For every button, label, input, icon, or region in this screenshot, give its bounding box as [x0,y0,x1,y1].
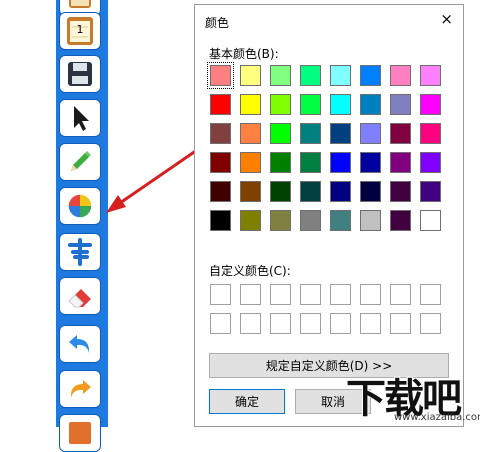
basic-color-swatch[interactable] [210,210,231,231]
basic-color-swatch[interactable] [330,152,351,173]
custom-color-swatch[interactable] [270,284,291,305]
basic-color-swatch[interactable] [360,210,381,231]
basic-color-swatch[interactable] [270,210,291,231]
custom-color-swatch[interactable] [240,284,261,305]
basic-color-swatch[interactable] [330,123,351,144]
basic-color-swatch[interactable] [360,152,381,173]
basic-color-swatch[interactable] [210,181,231,202]
basic-colors-label: 基本颜色(B): [209,47,279,61]
basic-color-swatch[interactable] [390,65,411,86]
basic-color-swatch[interactable] [420,123,441,144]
basic-color-swatch[interactable] [240,181,261,202]
custom-color-swatch[interactable] [420,284,441,305]
basic-color-swatch[interactable] [360,65,381,86]
basic-color-swatch[interactable] [390,181,411,202]
basic-color-swatch[interactable] [420,65,441,86]
basic-color-swatch[interactable] [330,181,351,202]
basic-color-swatch[interactable] [300,65,321,86]
basic-color-swatch[interactable] [270,181,291,202]
custom-color-swatch[interactable] [240,313,261,334]
basic-color-swatch[interactable] [330,210,351,231]
basic-color-swatch[interactable] [240,152,261,173]
site-watermark: 下载吧 www.xiazaiba.com [344,366,480,427]
basic-color-swatch[interactable] [240,65,261,86]
basic-color-swatch[interactable] [360,181,381,202]
basic-color-swatch[interactable] [300,94,321,115]
basic-color-swatch[interactable] [270,65,291,86]
custom-color-swatch[interactable] [300,313,321,334]
basic-color-swatch[interactable] [420,94,441,115]
basic-color-swatch[interactable] [300,123,321,144]
custom-color-swatch[interactable] [330,313,351,334]
basic-color-swatch[interactable] [270,152,291,173]
basic-color-swatch[interactable] [270,123,291,144]
basic-color-swatch[interactable] [360,123,381,144]
basic-color-swatch[interactable] [390,152,411,173]
basic-color-swatch[interactable] [210,152,231,173]
custom-color-swatch[interactable] [210,313,231,334]
basic-color-swatch[interactable] [210,123,231,144]
watermark-url: www.xiazaiba.com [394,412,480,423]
color-dialog: 颜色 × 基本颜色(B): 自定义颜色(C): 规定自定义颜色(D) >> 确定… [194,4,464,427]
custom-color-swatch[interactable] [270,313,291,334]
basic-color-swatch[interactable] [420,181,441,202]
custom-color-swatch[interactable] [360,313,381,334]
custom-color-swatch[interactable] [210,284,231,305]
basic-color-swatch[interactable] [240,210,261,231]
basic-color-swatch[interactable] [390,123,411,144]
ok-button[interactable]: 确定 [209,389,285,414]
basic-color-swatch[interactable] [207,62,234,89]
basic-color-swatch[interactable] [330,94,351,115]
custom-color-swatch[interactable] [360,284,381,305]
basic-color-swatch[interactable] [210,94,231,115]
basic-color-swatch[interactable] [420,152,441,173]
basic-color-swatch[interactable] [300,152,321,173]
dialog-title: 颜色 [205,16,230,30]
basic-color-swatch[interactable] [300,210,321,231]
custom-color-swatch[interactable] [390,313,411,334]
custom-colors-label: 自定义颜色(C): [209,264,291,278]
custom-color-swatch[interactable] [390,284,411,305]
close-icon[interactable]: × [440,11,453,27]
basic-color-swatch[interactable] [390,94,411,115]
basic-color-swatch[interactable] [270,94,291,115]
basic-color-swatch[interactable] [420,210,441,231]
custom-color-swatch[interactable] [300,284,321,305]
basic-color-swatch[interactable] [300,181,321,202]
basic-color-swatch[interactable] [330,65,351,86]
basic-color-swatch[interactable] [240,94,261,115]
basic-color-swatch[interactable] [390,210,411,231]
custom-color-swatch[interactable] [420,313,441,334]
basic-color-swatch[interactable] [360,94,381,115]
basic-color-swatch[interactable] [240,123,261,144]
custom-color-swatch[interactable] [330,284,351,305]
